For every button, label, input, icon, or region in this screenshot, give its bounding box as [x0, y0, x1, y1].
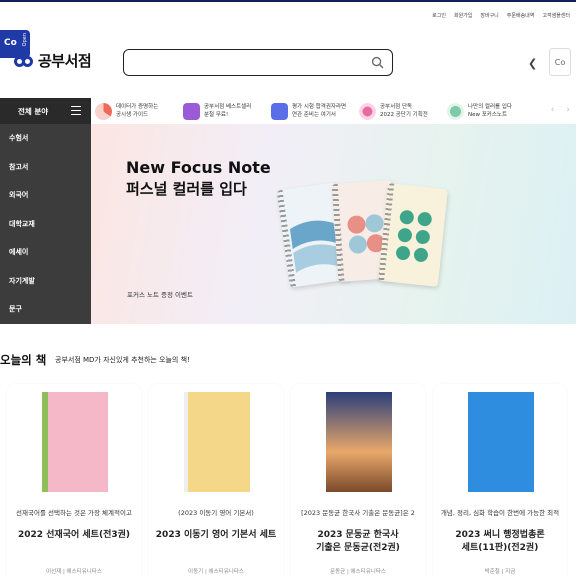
category-item[interactable]: 참고서 — [0, 153, 91, 182]
book-cover-image — [42, 392, 108, 492]
quick-link-exclusive[interactable]: 공부서점 단독 2022 공단기 기획전 — [355, 96, 443, 126]
quick-link-line1: 나만의 컬러를 입다 — [468, 104, 512, 110]
quick-links-bar: 데이터가 증명하는공시생 가이드 공부서점 베스트셀러분철 무료! 평가 시험 … — [91, 96, 576, 126]
quick-link-bestseller[interactable]: 공부서점 베스트셀러분철 무료! — [179, 96, 267, 126]
all-categories-label: 전체 분야 — [18, 106, 49, 116]
book-card-row: 선재국어를 선택하는 것은 가장 체계적이고 2022 선재국어 세트(전3권)… — [7, 384, 567, 576]
star-badge-icon — [359, 102, 376, 120]
category-item[interactable]: 자기계발 — [0, 267, 91, 296]
document-icon — [271, 102, 288, 120]
gift-icon — [183, 102, 200, 120]
md-section-title: 오늘의 책 — [0, 353, 47, 367]
side-tab-label: Open — [22, 33, 28, 47]
pie-chart-icon — [95, 102, 112, 120]
quick-link-guide[interactable]: 데이터가 증명하는공시생 가이드 — [91, 96, 179, 126]
quick-next-arrow-icon[interactable]: › — [566, 105, 570, 115]
banner-title-en: New Focus Note — [126, 158, 271, 177]
book-description: (2023 이동기 영어 기본서) — [178, 509, 254, 517]
site-logo[interactable]: 공부서점 — [14, 50, 92, 71]
notebook-image-green — [378, 183, 448, 287]
book-title[interactable]: 2023 이동기 영어 기본서 세트 — [149, 529, 283, 542]
search-icon[interactable] — [371, 56, 384, 69]
book-cover-image — [468, 392, 534, 492]
book-author: 이선재 | 에스티유니타스 — [46, 569, 102, 575]
book-title[interactable]: 2023 문동균 한국사 기출은 문동균(전2권) — [291, 529, 425, 555]
recent-view-button[interactable]: Co — [549, 48, 571, 76]
quick-link-exam[interactable]: 평가 시험 합격권자라면연관 준비는 여기서 — [267, 96, 355, 126]
utility-links: 로그인 회원가입 장바구니 주문배송내역 고객샘플센터 — [432, 12, 570, 19]
all-categories-header[interactable]: 전체 분야 — [0, 98, 91, 124]
infinity-logo-icon — [14, 53, 36, 69]
book-description: 선재국어를 선택하는 것은 가장 체계적이고 — [16, 509, 132, 517]
hamburger-icon — [71, 106, 81, 115]
search-input[interactable] — [132, 50, 372, 74]
quick-link-line2: New 포커스노트 — [468, 112, 508, 118]
book-title[interactable]: 2022 선재국어 세트(전3권) — [7, 529, 141, 542]
sample-center-link[interactable]: 고객샘플센터 — [542, 12, 570, 19]
side-tab-logo: Co — [4, 38, 17, 48]
category-item[interactable]: 대학교재 — [0, 210, 91, 239]
category-list: 수험서 참고서 외국어 대학교재 에세이 자기계발 문구 — [0, 124, 91, 324]
quick-link-line2: 연관 준비는 여기서 — [292, 112, 336, 118]
quick-link-line1: 평가 시험 합격권자라면 — [292, 104, 347, 110]
quick-link-focus-note[interactable]: 나만의 컬러를 입다 New 포커스노트 — [443, 96, 531, 126]
book-card[interactable]: (2023 이동기 영어 기본서) 2023 이동기 영어 기본서 세트 이동기… — [149, 384, 283, 576]
book-description: [2023 문동균 한국사 기출은 문동균]은 2 — [301, 509, 415, 517]
book-cover-image — [326, 392, 392, 492]
login-link[interactable]: 로그인 — [432, 12, 446, 19]
search-bar — [123, 49, 393, 76]
category-item[interactable]: 에세이 — [0, 238, 91, 267]
book-author: 문동균 | 에스티유니타스 — [330, 569, 386, 575]
category-item[interactable]: 외국어 — [0, 181, 91, 210]
category-item[interactable]: 문구 — [0, 295, 91, 324]
quick-link-line1: 공부서점 단독 — [380, 104, 413, 110]
hero-banner[interactable]: New Focus Note 퍼스널 컬러를 입다 포커스 노트 증정 이벤트 — [91, 124, 576, 324]
book-card[interactable]: 개념, 정리, 심화 학습이 한번에 가능한 최적 2023 써니 행정법총론 세… — [433, 384, 567, 576]
book-cover-image — [184, 392, 250, 492]
book-description: 개념, 정리, 심화 학습이 한번에 가능한 최적 — [440, 509, 560, 517]
signup-link[interactable]: 회원가입 — [454, 12, 472, 19]
book-author: 이동기 | 에스티유니타스 — [188, 569, 244, 575]
book-card[interactable]: 선재국어를 선택하는 것은 가장 체계적이고 2022 선재국어 세트(전3권)… — [7, 384, 141, 576]
category-item[interactable]: 수험서 — [0, 124, 91, 153]
quick-link-line1: 데이터가 증명하는 — [116, 104, 159, 110]
quick-link-line2: 분철 무료! — [204, 112, 229, 118]
top-accent-rule — [0, 0, 576, 2]
book-title[interactable]: 2023 써니 행정법총론 세트(11판)(전2권) — [433, 529, 567, 555]
quick-link-line2: 2022 공단기 기획전 — [380, 112, 428, 118]
site-name: 공부서점 — [38, 52, 92, 70]
order-tracking-link[interactable]: 주문배송내역 — [507, 12, 535, 19]
banner-caption: 포커스 노트 증정 이벤트 — [127, 291, 193, 299]
banner-title-ko: 퍼스널 컬러를 입다 — [126, 180, 247, 198]
cart-link[interactable]: 장바구니 — [480, 12, 498, 19]
md-section-subtitle: 공부서점 MD가 자신있게 추천하는 오늘의 책! — [55, 356, 190, 364]
quick-prev-arrow-icon[interactable]: ‹ — [551, 105, 555, 115]
book-card[interactable]: [2023 문동균 한국사 기출은 문동균]은 2 2023 문동균 한국사 기출… — [291, 384, 425, 576]
quick-link-line1: 공부서점 베스트셀러 — [204, 104, 252, 110]
book-author: 박준철 | 지금 — [484, 569, 516, 575]
quick-link-line2: 공시생 가이드 — [116, 112, 149, 118]
chevron-left-icon[interactable]: ❮ — [528, 57, 537, 70]
leaf-icon — [447, 102, 464, 120]
